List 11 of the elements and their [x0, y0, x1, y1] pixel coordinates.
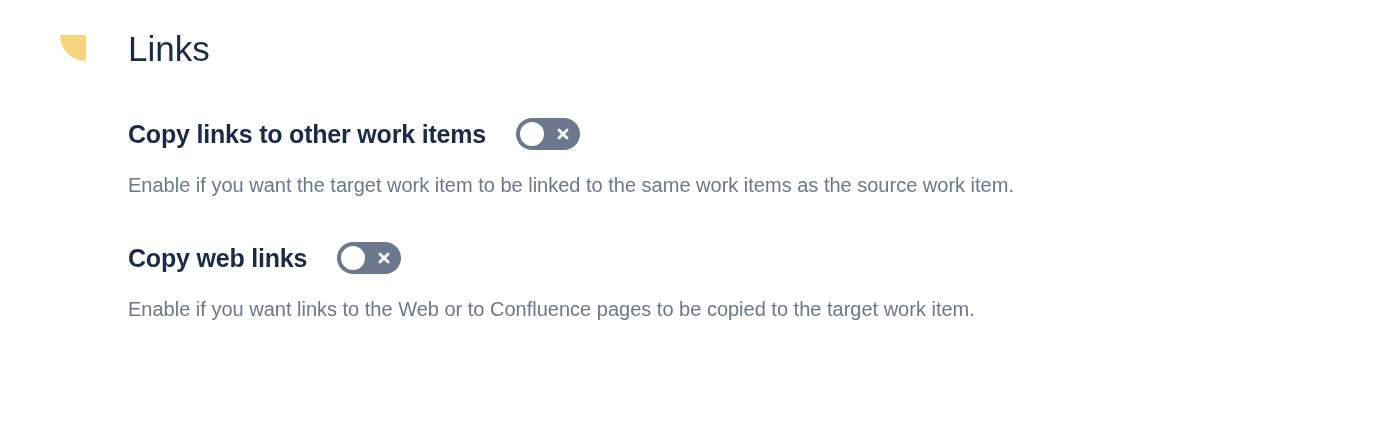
setting-description: Enable if you want links to the Web or to Confluence pages to be copied to the target work item.	[128, 297, 976, 322]
section-title: Links	[128, 28, 210, 70]
toggle-knob	[519, 122, 544, 146]
close-icon	[555, 127, 570, 141]
toggle-switch[interactable]	[515, 118, 580, 150]
toggle-switch[interactable]	[337, 242, 402, 274]
toggle-knob	[341, 246, 366, 270]
close-icon	[377, 251, 392, 265]
setting-label: Copy links to other work items	[128, 119, 486, 150]
setting-label: Copy web links	[128, 243, 308, 274]
setting-description: Enable if you want the target work item to be linked to the same work items as the source work item.	[128, 173, 1015, 198]
